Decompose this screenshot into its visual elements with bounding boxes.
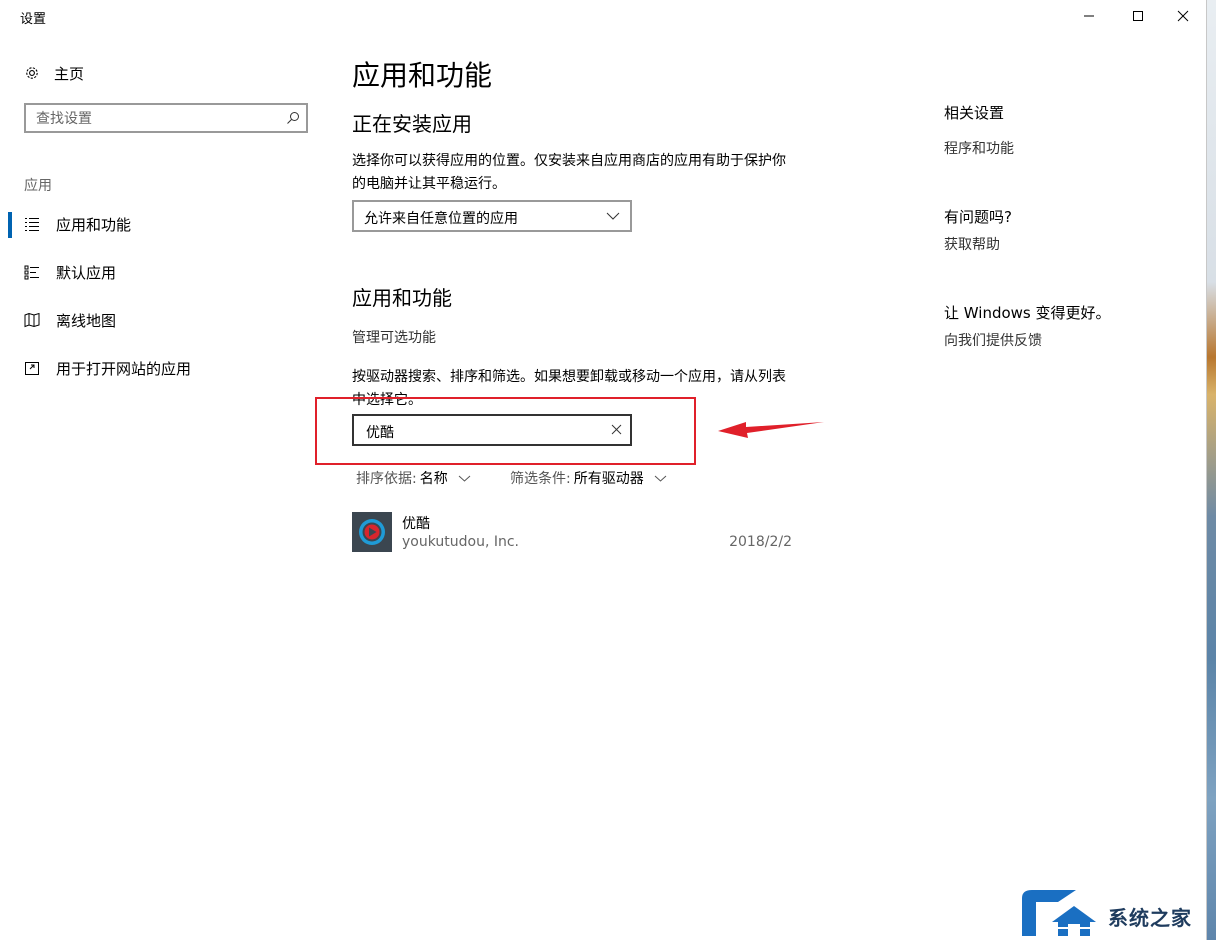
active-indicator	[8, 212, 12, 238]
sidebar-item-apps-for-websites[interactable]: 用于打开网站的应用	[24, 356, 314, 380]
sort-by-value: 名称	[419, 471, 448, 487]
sidebar-item-label: 用于打开网站的应用	[56, 359, 192, 378]
sidebar-home-label: 主页	[54, 64, 85, 83]
apps-features-heading: 应用和功能	[352, 286, 452, 310]
sort-by-label: 排序依据:	[356, 471, 417, 487]
chevron-down-icon	[654, 475, 667, 482]
window-title: 设置	[20, 12, 47, 27]
sidebar-item-label: 离线地图	[56, 311, 117, 330]
close-button[interactable]	[1160, 0, 1206, 32]
highlight-rectangle-annotation	[315, 397, 696, 465]
related-settings-heading: 相关设置	[944, 104, 1005, 122]
help-heading: 有问题吗?	[944, 208, 1012, 226]
youku-app-icon	[352, 512, 392, 552]
title-bar: 设置	[0, 0, 1206, 32]
sidebar-item-label: 默认应用	[56, 263, 117, 282]
install-source-value: 允许来自任意位置的应用	[364, 211, 518, 227]
maximize-button[interactable]	[1115, 0, 1161, 32]
settings-search-input[interactable]	[34, 108, 278, 130]
filter-by-dropdown[interactable]: 筛选条件: 所有驱动器	[510, 468, 667, 488]
chevron-down-icon	[606, 212, 620, 220]
settings-window: 设置 主页 应用	[0, 0, 1207, 940]
minimize-icon	[1084, 15, 1094, 17]
map-icon	[24, 312, 40, 328]
get-help-link[interactable]: 获取帮助	[944, 234, 1000, 254]
sidebar-item-offline-maps[interactable]: 离线地图	[24, 308, 314, 332]
feedback-link[interactable]: 向我们提供反馈	[944, 330, 1042, 350]
sidebar-item-label: 应用和功能	[56, 215, 132, 234]
app-list-item[interactable]: 优酷 youkutudou, Inc. 2018/2/2	[352, 512, 792, 552]
filter-by-label: 筛选条件:	[510, 471, 571, 487]
watermark-text: 系统之家	[1108, 906, 1192, 930]
close-icon	[1177, 10, 1189, 22]
sidebar-item-apps-features[interactable]: 应用和功能	[24, 212, 314, 236]
page-title: 应用和功能	[352, 59, 493, 92]
sidebar-section-label: 应用	[24, 178, 52, 194]
feedback-heading: 让 Windows 变得更好。	[944, 304, 1111, 322]
installing-apps-description: 选择你可以获得应用的位置。仅安装来自应用商店的应用有助于保护你的电脑并让其平稳运…	[352, 153, 786, 192]
sidebar-item-default-apps[interactable]: 默认应用	[24, 260, 314, 284]
red-arrow-annotation	[718, 422, 824, 438]
gear-icon	[26, 67, 38, 79]
chevron-down-icon	[458, 475, 471, 482]
settings-search-box[interactable]	[24, 103, 308, 133]
sort-by-dropdown[interactable]: 排序依据: 名称	[356, 468, 471, 488]
list-icon	[25, 218, 39, 231]
search-icon	[287, 112, 299, 124]
desktop-background	[1206, 0, 1216, 940]
house-logo-icon	[1022, 890, 1104, 936]
default-apps-icon	[24, 265, 39, 280]
filter-by-value: 所有驱动器	[573, 471, 644, 487]
app-name: 优酷	[402, 516, 430, 532]
programs-features-link[interactable]: 程序和功能	[944, 138, 1014, 158]
app-publisher: youkutudou, Inc.	[402, 534, 520, 550]
watermark: 系统之家	[1018, 884, 1216, 940]
minimize-button[interactable]	[1066, 0, 1112, 32]
manage-optional-features-link[interactable]: 管理可选功能	[352, 327, 436, 347]
maximize-icon	[1133, 11, 1143, 21]
installing-apps-heading: 正在安装应用	[352, 112, 472, 136]
sidebar-home[interactable]: 主页	[24, 62, 84, 84]
install-source-dropdown[interactable]: 允许来自任意位置的应用	[352, 200, 632, 232]
app-install-date: 2018/2/2	[729, 534, 792, 550]
open-website-icon	[25, 362, 39, 375]
